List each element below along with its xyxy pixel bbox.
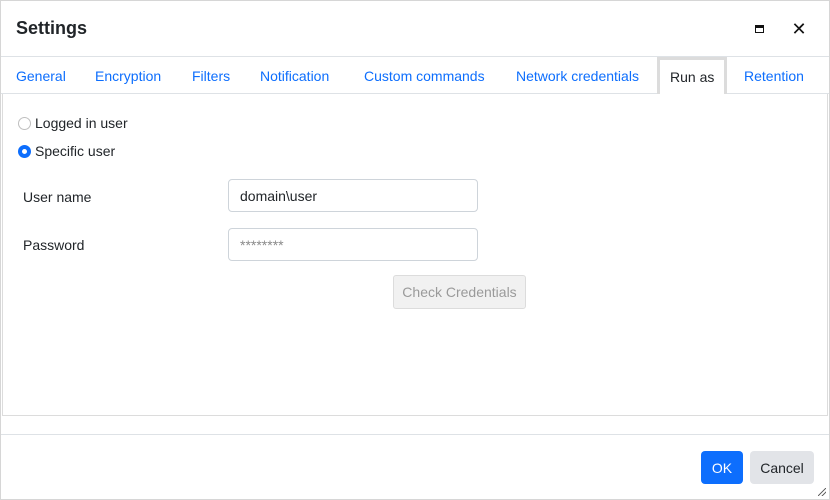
tab-filters[interactable]: Filters bbox=[192, 57, 230, 93]
tab-encryption[interactable]: Encryption bbox=[95, 57, 161, 93]
radio-label: Logged in user bbox=[35, 115, 128, 131]
radio-specific-user[interactable]: Specific user bbox=[18, 141, 115, 161]
maximize-icon bbox=[754, 25, 764, 33]
tab-retention[interactable]: Retention bbox=[744, 57, 804, 93]
tab-bar: General Encryption Filters Notification … bbox=[1, 57, 829, 94]
footer-divider bbox=[1, 434, 829, 435]
tab-notification[interactable]: Notification bbox=[260, 57, 329, 93]
maximize-button[interactable] bbox=[749, 19, 769, 39]
radio-logged-in-user[interactable]: Logged in user bbox=[18, 113, 128, 133]
radio-label: Specific user bbox=[35, 143, 116, 159]
tab-custom-commands[interactable]: Custom commands bbox=[364, 57, 485, 93]
username-label: User name bbox=[23, 189, 92, 205]
tab-general[interactable]: General bbox=[16, 57, 66, 93]
password-label: Password bbox=[23, 237, 85, 253]
ok-button[interactable]: OK bbox=[701, 451, 743, 484]
run-as-panel: Logged in user Specific user User name P… bbox=[2, 94, 828, 416]
tab-run-as[interactable]: Run as bbox=[657, 57, 728, 94]
username-input[interactable] bbox=[228, 179, 478, 212]
close-icon: ✕ bbox=[791, 19, 807, 39]
radio-unchecked-icon[interactable] bbox=[18, 116, 31, 130]
dialog-title: Settings bbox=[16, 18, 88, 38]
radio-checked-icon[interactable] bbox=[18, 144, 31, 158]
password-input[interactable] bbox=[228, 228, 478, 261]
close-button[interactable]: ✕ bbox=[789, 19, 809, 39]
dialog-header: Settings ✕ bbox=[1, 1, 829, 57]
check-credentials-button[interactable]: Check Credentials bbox=[393, 275, 526, 309]
resize-grip-icon[interactable] bbox=[818, 488, 826, 496]
tab-network-credentials[interactable]: Network credentials bbox=[516, 57, 639, 93]
settings-dialog: Settings ✕ General Encryption Filters No… bbox=[0, 0, 830, 500]
cancel-button[interactable]: Cancel bbox=[750, 451, 814, 484]
